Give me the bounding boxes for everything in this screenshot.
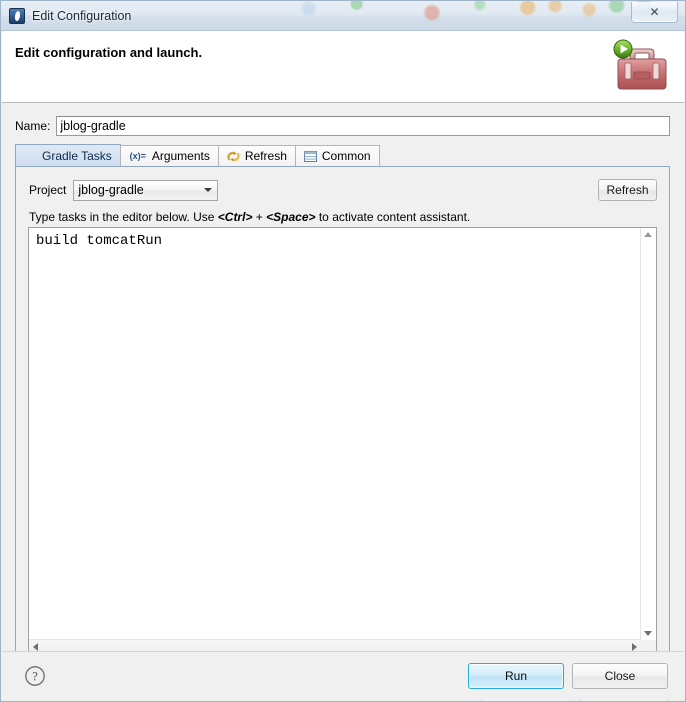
- editor-hint: Type tasks in the editor below. Use <Ctr…: [29, 210, 470, 224]
- close-button[interactable]: ✕: [631, 2, 678, 23]
- gradle-tasks-tab-content: Project jblog-gradle Refresh Type tasks …: [15, 167, 670, 669]
- hint-key-ctrl: <Ctrl>: [217, 210, 253, 224]
- page-title: Edit configuration and launch.: [15, 45, 203, 60]
- editor-vertical-scrollbar[interactable]: [640, 228, 656, 640]
- tab-common[interactable]: Common: [294, 145, 380, 166]
- project-combo-value: jblog-gradle: [78, 183, 144, 197]
- refresh-icon: [226, 149, 241, 164]
- tab-arguments[interactable]: (x)= Arguments: [119, 145, 219, 166]
- close-dialog-button[interactable]: Close: [572, 663, 668, 689]
- titlebar-left-group: Edit Configuration: [1, 1, 131, 30]
- hint-part1: Type tasks in the editor below. Use: [29, 210, 218, 224]
- scroll-down-icon[interactable]: [644, 631, 652, 636]
- dialog-header: Edit configuration and launch.: [2, 31, 684, 103]
- project-combo[interactable]: jblog-gradle: [73, 179, 219, 201]
- scroll-right-icon[interactable]: [632, 643, 637, 651]
- tab-arguments-label: Arguments: [151, 149, 210, 163]
- arguments-icon: (x)=: [129, 150, 146, 161]
- run-button[interactable]: Run: [468, 663, 564, 689]
- name-label: Name:: [15, 119, 51, 133]
- tasks-editor[interactable]: build tomcatRun: [28, 227, 657, 656]
- project-label: Project: [29, 183, 67, 197]
- name-input[interactable]: [56, 116, 670, 136]
- refresh-button-label: Refresh: [606, 183, 649, 197]
- scroll-up-icon[interactable]: [644, 232, 652, 237]
- footer-button-group: Run Close: [468, 663, 668, 689]
- toolbox-with-run-badge-icon: [613, 39, 667, 90]
- refresh-button[interactable]: Refresh: [598, 179, 657, 201]
- scroll-left-icon[interactable]: [33, 643, 38, 651]
- name-row: Name:: [15, 116, 670, 136]
- window-titlebar: Edit Configuration ✕: [1, 1, 685, 31]
- close-button-label: Close: [604, 669, 636, 683]
- window-title: Edit Configuration: [32, 8, 132, 23]
- hint-part2: +: [252, 210, 267, 224]
- tasks-editor-text: build tomcatRun: [36, 233, 163, 249]
- hint-key-space: <Space>: [266, 210, 316, 224]
- gradle-tasks-icon: [23, 148, 38, 163]
- run-button-label: Run: [504, 669, 527, 683]
- common-icon: [303, 149, 318, 164]
- tab-gradle-tasks-label: Gradle Tasks: [42, 148, 112, 163]
- dialog-body: Name: Gradle Tasks (x)= Arguments: [1, 103, 685, 701]
- tab-refresh-label: Refresh: [244, 149, 287, 163]
- eclipse-icon: [9, 7, 25, 24]
- hint-part3: to activate content assistant.: [315, 210, 471, 224]
- close-icon: ✕: [649, 5, 660, 19]
- tab-refresh[interactable]: Refresh: [217, 145, 296, 166]
- project-row: Project jblog-gradle Refresh: [29, 179, 657, 201]
- tab-gradle-tasks[interactable]: Gradle Tasks: [15, 144, 121, 166]
- svg-text:?: ?: [32, 669, 38, 683]
- tab-common-label: Common: [321, 149, 371, 163]
- help-question-icon[interactable]: ?: [24, 665, 46, 687]
- tabstrip: Gradle Tasks (x)= Arguments Refresh Comm…: [15, 144, 670, 167]
- chevron-down-icon: [204, 188, 213, 192]
- configuration-tabfolder: Gradle Tasks (x)= Arguments Refresh Comm…: [15, 144, 670, 669]
- dialog-footer: ? Run Close: [2, 651, 684, 700]
- edit-configuration-dialog: Edit Configuration ✕ Edit configuration …: [0, 0, 686, 702]
